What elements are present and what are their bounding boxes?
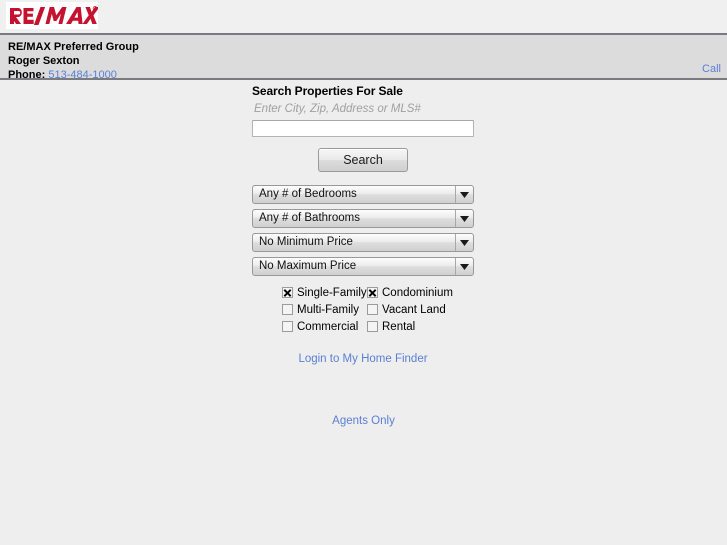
svg-text:R: R bbox=[94, 7, 96, 11]
checkbox-multi-family-box[interactable] bbox=[282, 304, 293, 315]
checkbox-multi-family[interactable]: Multi-Family bbox=[282, 304, 367, 316]
office-info-bar: RE/MAX Preferred Group Roger Sexton Phon… bbox=[0, 35, 727, 82]
chevron-down-icon[interactable] bbox=[455, 234, 473, 251]
call-link[interactable]: Call bbox=[702, 63, 721, 75]
select-max-price[interactable]: No Maximum Price bbox=[252, 257, 474, 276]
checkbox-row: Single-Family Condominium bbox=[282, 284, 474, 301]
remax-logo-icon: R bbox=[6, 2, 98, 29]
checkbox-row: Commercial Rental bbox=[282, 318, 474, 335]
search-button-row: Search bbox=[252, 148, 474, 172]
checkbox-commercial-label: Commercial bbox=[297, 320, 359, 333]
office-name: RE/MAX Preferred Group bbox=[8, 41, 139, 53]
checkbox-rental-label: Rental bbox=[382, 320, 416, 333]
select-bathrooms[interactable]: Any # of Bathrooms bbox=[252, 209, 474, 228]
page-title: Search Properties For Sale bbox=[252, 84, 403, 98]
search-panel: Search Properties For Sale Enter City, Z… bbox=[252, 84, 474, 365]
home-finder-link-row: Login to My Home Finder bbox=[252, 351, 474, 365]
phone-label: Phone: bbox=[8, 69, 46, 81]
phone-line: Phone: 513-484-1000 bbox=[8, 68, 719, 82]
chevron-down-icon[interactable] bbox=[455, 258, 473, 275]
search-input[interactable] bbox=[252, 120, 474, 137]
search-hint: Enter City, Zip, Address or MLS# bbox=[254, 103, 421, 115]
select-bathrooms-label: Any # of Bathrooms bbox=[259, 212, 360, 224]
checkbox-commercial-box[interactable] bbox=[282, 321, 293, 332]
checkbox-condominium[interactable]: Condominium bbox=[367, 287, 462, 299]
checkbox-vacant-land-label: Vacant Land bbox=[382, 303, 446, 316]
chevron-down-icon[interactable] bbox=[455, 186, 473, 203]
checkbox-vacant-land[interactable]: Vacant Land bbox=[367, 304, 462, 316]
agents-only-link[interactable]: Agents Only bbox=[332, 415, 395, 427]
remax-logo[interactable]: R bbox=[6, 2, 98, 29]
select-max-price-label: No Maximum Price bbox=[259, 260, 357, 272]
logo-bar: R bbox=[0, 0, 727, 35]
agent-name: Roger Sexton bbox=[8, 55, 80, 67]
checkbox-vacant-land-box[interactable] bbox=[367, 304, 378, 315]
checkbox-single-family-box[interactable] bbox=[282, 287, 293, 298]
phone-number-link[interactable]: 513-484-1000 bbox=[48, 69, 117, 81]
checkbox-rental[interactable]: Rental bbox=[367, 321, 462, 333]
chevron-down-icon[interactable] bbox=[455, 210, 473, 227]
login-home-finder-link[interactable]: Login to My Home Finder bbox=[298, 353, 427, 365]
checkbox-single-family-label: Single-Family bbox=[297, 286, 367, 299]
agents-only-row: Agents Only bbox=[0, 413, 727, 427]
checkbox-condominium-box[interactable] bbox=[367, 287, 378, 298]
select-bedrooms-label: Any # of Bedrooms bbox=[259, 188, 357, 200]
checkbox-row: Multi-Family Vacant Land bbox=[282, 301, 474, 318]
select-min-price-label: No Minimum Price bbox=[259, 236, 353, 248]
checkbox-multi-family-label: Multi-Family bbox=[297, 303, 359, 316]
checkbox-single-family[interactable]: Single-Family bbox=[282, 287, 367, 299]
select-min-price[interactable]: No Minimum Price bbox=[252, 233, 474, 252]
select-bedrooms[interactable]: Any # of Bedrooms bbox=[252, 185, 474, 204]
checkbox-condominium-label: Condominium bbox=[382, 286, 453, 299]
filter-selects: Any # of Bedrooms Any # of Bathrooms No … bbox=[252, 185, 474, 276]
checkbox-commercial[interactable]: Commercial bbox=[282, 321, 367, 333]
checkbox-rental-box[interactable] bbox=[367, 321, 378, 332]
search-button[interactable]: Search bbox=[318, 148, 408, 172]
property-type-checkboxes: Single-Family Condominium Multi-Family V… bbox=[282, 284, 474, 335]
